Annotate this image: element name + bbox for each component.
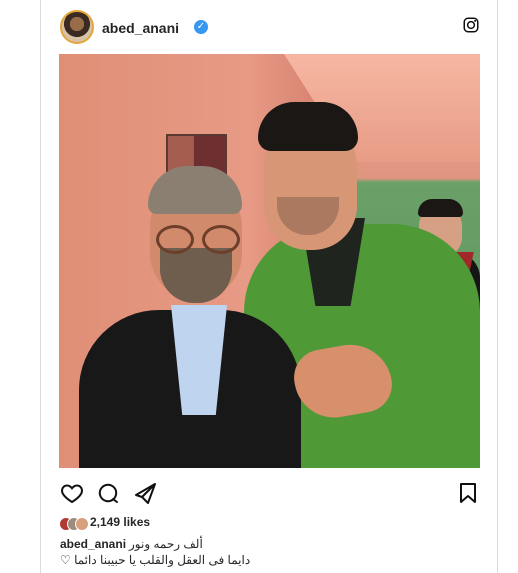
green-sweater-person-hair [258, 102, 358, 151]
profile-avatar[interactable] [60, 10, 94, 44]
glasses-person-beard [160, 248, 232, 303]
glasses [156, 225, 240, 254]
caption-username[interactable]: abed_anani [60, 537, 126, 551]
liker-avatar [75, 517, 89, 531]
likes-summary[interactable]: 2,149 likes [59, 515, 479, 533]
heart-icon[interactable] [60, 481, 84, 505]
post-header: abed_anani ✓ [60, 10, 480, 48]
share-icon[interactable] [133, 481, 157, 505]
caption-text-line-1: ألف رحمه ونور [129, 537, 203, 551]
profile-username[interactable]: abed_anani [102, 20, 179, 36]
verified-badge-icon: ✓ [194, 20, 208, 34]
likes-count[interactable]: 2,149 likes [90, 515, 150, 529]
post-photo[interactable] [59, 54, 480, 468]
post-actions [60, 481, 480, 505]
glasses-person-hair [148, 166, 242, 214]
caption-text-line-2: دايما فى العقل والقلب يا حبيبنا دائما ♡ [60, 553, 251, 567]
instagram-icon[interactable] [462, 16, 480, 34]
comment-icon[interactable] [96, 481, 120, 505]
bookmark-icon[interactable] [456, 481, 480, 505]
background-person-hair [418, 199, 463, 217]
